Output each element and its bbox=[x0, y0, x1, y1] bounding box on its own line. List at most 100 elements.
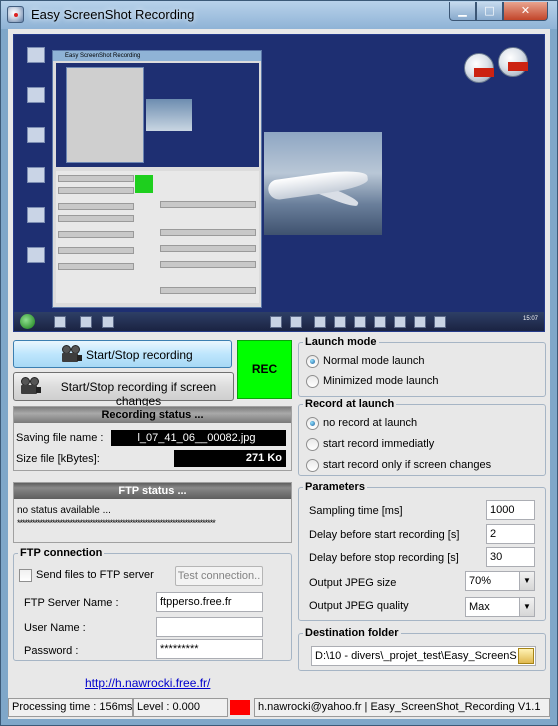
radio-minimized-launch[interactable] bbox=[306, 375, 319, 388]
destination-path-input[interactable]: D:\10 - divers\_projet_test\Easy_ScreenS bbox=[311, 646, 536, 666]
password-input[interactable]: ********* bbox=[156, 639, 263, 659]
minimize-button[interactable]: ▁ bbox=[449, 2, 476, 21]
send-ftp-checkbox[interactable] bbox=[19, 569, 32, 582]
taskbar-icon bbox=[374, 316, 386, 328]
size-file-value: 271 Ko bbox=[174, 450, 286, 467]
preview-nested-window bbox=[66, 67, 144, 163]
preview-rec-indicator bbox=[135, 175, 153, 193]
jpeg-size-label: Output JPEG size bbox=[309, 577, 397, 589]
saving-file-value: l_07_41_06__00082.jpg bbox=[111, 430, 286, 446]
record-immediately-label: start record immediatly bbox=[323, 438, 435, 450]
parameters-title: Parameters bbox=[303, 481, 367, 493]
radio-record-immediately[interactable] bbox=[306, 438, 319, 451]
jpeg-quality-select[interactable]: Max ▼ bbox=[465, 597, 535, 617]
taskbar-icon bbox=[354, 316, 366, 328]
desktop-icon-folder bbox=[22, 167, 50, 201]
launch-mode-title: Launch mode bbox=[303, 336, 379, 348]
password-label: Password : bbox=[24, 645, 79, 657]
preview-app-panel bbox=[56, 171, 259, 303]
preview-row bbox=[58, 215, 134, 222]
preview-row bbox=[160, 261, 256, 268]
delay-stop-label: Delay before stop recording [s] bbox=[309, 552, 459, 564]
test-connection-button[interactable]: Test connection.. bbox=[175, 566, 263, 586]
taskbar-icon bbox=[414, 316, 426, 328]
taskbar-icon bbox=[102, 316, 114, 328]
taskbar-icon bbox=[314, 316, 326, 328]
launch-mode-group: Launch mode Normal mode launch Minimized… bbox=[298, 336, 546, 397]
jpeg-size-select[interactable]: 70% ▼ bbox=[465, 571, 535, 591]
preview-row bbox=[160, 229, 256, 236]
desktop-icon-computer bbox=[22, 47, 50, 81]
preview-row bbox=[160, 201, 256, 208]
app-icon bbox=[7, 6, 24, 23]
screen-preview: Easy ScreenShot Recording 15:07 bbox=[13, 34, 545, 332]
chevron-down-icon[interactable]: ▼ bbox=[519, 572, 534, 590]
desktop-icon-app bbox=[22, 247, 50, 281]
normal-launch-label: Normal mode launch bbox=[323, 355, 425, 367]
ftp-connection-title: FTP connection bbox=[18, 547, 105, 559]
level-indicator bbox=[230, 700, 250, 715]
destination-path-text: D:\10 - divers\_projet_test\Easy_ScreenS bbox=[315, 650, 517, 662]
start-stop-if-changes-button[interactable]: Start/Stop recording if screen changes bbox=[13, 372, 234, 408]
saving-file-label: Saving file name : bbox=[16, 432, 104, 444]
folder-icon[interactable] bbox=[518, 648, 534, 664]
preview-taskbar: 15:07 bbox=[14, 312, 544, 331]
delay-start-input[interactable]: 2 bbox=[486, 524, 535, 544]
level-readout: Level : 0.000 bbox=[133, 698, 228, 717]
taskbar-icon bbox=[54, 316, 66, 328]
ftp-status-stars: ****************************************… bbox=[17, 518, 216, 528]
jpeg-size-value: 70% bbox=[469, 575, 492, 587]
website-link[interactable]: http://h.nawrocki.free.fr/ bbox=[85, 676, 210, 690]
preview-row bbox=[58, 187, 134, 194]
record-on-change-label: start record only if screen changes bbox=[323, 459, 492, 471]
delay-stop-input[interactable]: 30 bbox=[486, 547, 535, 567]
window-title: Easy ScreenShot Recording bbox=[31, 7, 195, 22]
chevron-down-icon[interactable]: ▼ bbox=[519, 598, 534, 616]
taskbar-icon bbox=[434, 316, 446, 328]
start-stop-if-changes-label: Start/Stop recording if screen changes bbox=[60, 380, 217, 408]
app-window: Easy ScreenShot Recording ▁ □ ✕ Easy Scr… bbox=[0, 0, 558, 726]
taskbar-icon bbox=[80, 316, 92, 328]
close-button[interactable]: ✕ bbox=[503, 2, 548, 21]
desktop-icon-file bbox=[22, 207, 50, 241]
preview-row bbox=[160, 287, 256, 294]
preview-row bbox=[160, 245, 256, 252]
start-stop-button[interactable]: Start/Stop recording bbox=[13, 340, 232, 368]
start-orb-icon bbox=[20, 314, 35, 329]
destination-folder-title: Destination folder bbox=[303, 627, 401, 639]
taskbar-icon bbox=[334, 316, 346, 328]
gadget-label bbox=[474, 68, 494, 77]
send-ftp-label: Send files to FTP server bbox=[36, 569, 154, 581]
gadget-label bbox=[508, 62, 528, 71]
radio-normal-launch[interactable] bbox=[306, 355, 319, 368]
ftp-status-panel: FTP status ... no status available ... *… bbox=[13, 482, 292, 543]
taskbar-icon bbox=[290, 316, 302, 328]
ftp-status-text: no status available ... bbox=[17, 505, 111, 516]
taskbar-icon bbox=[270, 316, 282, 328]
ftp-server-label: FTP Server Name : bbox=[24, 597, 119, 609]
maximize-button[interactable]: □ bbox=[476, 2, 503, 21]
preview-nested-plane bbox=[146, 99, 192, 131]
sampling-time-input[interactable]: 1000 bbox=[486, 500, 535, 520]
desktop-icon-network bbox=[22, 87, 50, 121]
recording-status-header: Recording status ... bbox=[14, 407, 291, 423]
radio-record-on-change[interactable] bbox=[306, 459, 319, 472]
preview-row bbox=[58, 231, 134, 238]
preview-row bbox=[58, 203, 134, 210]
minimized-launch-label: Minimized mode launch bbox=[323, 375, 439, 387]
parameters-group: Parameters Sampling time [ms] 1000 Delay… bbox=[298, 481, 546, 621]
preview-app-window: Easy ScreenShot Recording bbox=[52, 50, 262, 308]
sampling-time-label: Sampling time [ms] bbox=[309, 505, 403, 517]
preview-nested-screen bbox=[56, 63, 259, 167]
jpeg-quality-label: Output JPEG quality bbox=[309, 600, 409, 612]
ftp-server-input[interactable]: ftpperso.free.fr bbox=[156, 592, 263, 612]
user-name-input[interactable] bbox=[156, 617, 263, 637]
destination-folder-group: Destination folder D:\10 - divers\_proje… bbox=[298, 627, 546, 671]
status-bar: Processing time : 156ms Level : 0.000 h.… bbox=[8, 698, 550, 718]
title-bar[interactable]: Easy ScreenShot Recording ▁ □ ✕ bbox=[1, 1, 557, 29]
preview-row bbox=[58, 175, 134, 182]
processing-time: Processing time : 156ms bbox=[8, 698, 133, 717]
airplane-photo bbox=[264, 132, 382, 235]
taskbar-icon bbox=[394, 316, 406, 328]
radio-no-record[interactable] bbox=[306, 417, 319, 430]
